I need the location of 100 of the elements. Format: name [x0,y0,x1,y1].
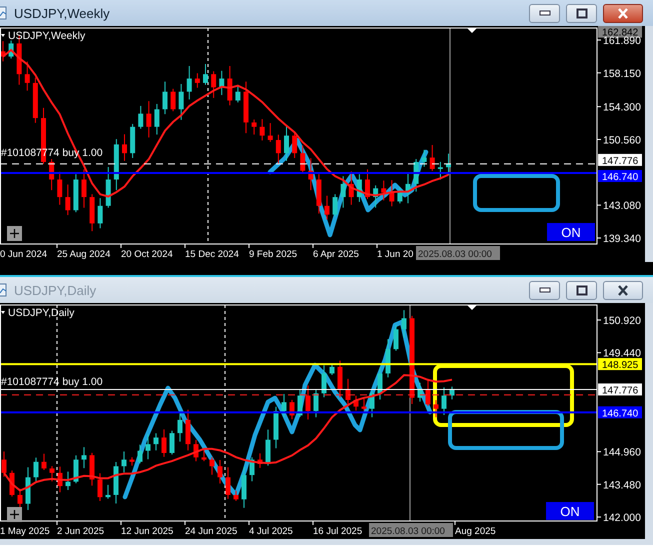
time-axis-label: 2 Jun 2025 [57,526,104,537]
candle [178,413,182,442]
candle [381,180,386,201]
candle [300,144,306,174]
minimize-icon [538,287,550,293]
price-axis-label: 150.920 [603,315,641,327]
candle [82,168,86,208]
candle [290,399,294,420]
candle [370,390,374,418]
candle [106,166,111,208]
window-title: USDJPY,Daily [14,282,98,298]
candle [32,77,38,124]
candle [292,132,298,158]
candle [154,103,160,136]
candle [90,194,95,232]
candle [235,86,240,103]
close-button[interactable] [603,280,643,300]
candle [146,100,152,138]
price-tag: 146.740 [598,170,642,184]
price-axis-label: 149.440 [603,348,641,360]
candle [211,70,216,98]
close-button[interactable] [603,4,643,22]
candle [346,378,350,407]
candle [252,119,257,136]
on-button[interactable]: ON [547,223,595,241]
candle [138,444,142,464]
candle [389,180,394,207]
candle [274,406,278,449]
candle [186,66,192,100]
candle [194,439,198,462]
restore-button[interactable] [566,280,597,300]
candle [49,158,54,191]
candle [394,324,398,352]
candle [356,174,362,202]
candle [422,149,427,168]
chart-symbol-label: USDJPY,Daily [8,307,74,319]
candle [74,454,78,484]
price-axis-label: 142.000 [603,512,641,524]
candle [450,386,454,400]
time-axis-label: 1 Jun 20 [377,249,414,260]
crosshair-time-label: 2025.08.03 00:00 [369,523,453,537]
minimize-button[interactable] [529,4,560,22]
candle [138,105,144,130]
order-label: #101087774 buy 1.00 [1,376,103,388]
time-axis-label: 20 Oct 2024 [121,249,173,260]
minimize-icon [538,10,550,16]
candle [438,161,443,180]
close-icon [616,284,630,296]
chart-symbol-label: USDJPY,Weekly [8,30,86,42]
close-icon [616,8,630,18]
plus-icon[interactable] [7,226,22,241]
candle [244,81,248,134]
candle [130,456,134,466]
price-axis-label: 143.480 [603,479,641,492]
time-axis-label: 0 Jun 2024 [0,249,48,260]
minimize-button[interactable] [529,280,560,300]
on-button[interactable]: ON [546,502,594,520]
time-axis-label: 6 Apr 2025 [313,249,359,260]
candle [284,124,289,162]
candle [314,388,318,418]
candle [226,466,230,500]
price-tag: 148.925 [598,358,642,372]
candle [276,134,281,164]
candle [365,168,370,200]
candle [324,195,330,220]
candle [42,453,46,470]
chart-icon [0,6,8,20]
restore-icon [576,284,588,296]
price-tag: 147.776 [598,383,642,396]
candle [210,456,214,476]
candle [178,84,184,120]
candle [298,388,302,418]
price-axis-label: 143.080 [603,200,641,212]
candle [362,398,366,411]
time-axis-label: 24 Jun 2025 [185,526,238,537]
candle [203,64,208,86]
candle [73,174,78,213]
candle [162,81,168,115]
candle [442,386,446,416]
candle [0,40,6,62]
candle [258,452,262,468]
restore-button[interactable] [566,4,597,22]
candle [348,170,354,206]
candle [186,409,190,451]
candle [146,434,150,460]
price-axis-label: 158.150 [603,68,641,80]
candle [98,472,102,502]
candle [354,395,358,411]
candle [316,174,322,214]
candle [114,138,119,191]
price-axis-label: 144.960 [603,446,641,459]
candle [340,176,346,208]
plus-icon[interactable] [7,507,22,522]
candle [426,378,430,406]
candle [170,430,174,456]
candle [418,382,422,402]
candle [378,366,382,400]
candle [218,460,222,484]
time-axis-label: 15 Dec 2024 [185,249,239,260]
candle [308,158,314,191]
